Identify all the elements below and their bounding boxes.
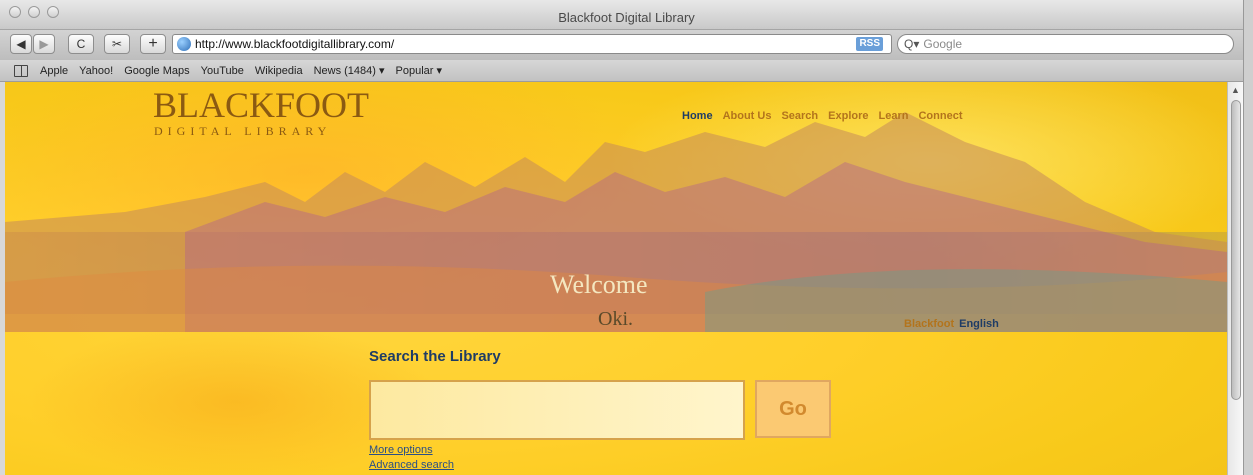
vertical-scrollbar[interactable]: ▲ (1227, 82, 1243, 475)
rss-button[interactable]: RSS (856, 37, 883, 51)
go-button[interactable]: Go (755, 380, 831, 438)
bookmark-yahoo[interactable]: Yahoo! (79, 65, 113, 77)
bookmarks-bar: Apple Yahoo! Google Maps YouTube Wikiped… (0, 60, 1253, 82)
search-heading: Search the Library (369, 348, 501, 365)
nav-learn[interactable]: Learn (879, 110, 909, 122)
site-icon (177, 37, 191, 51)
language-blackfoot[interactable]: Blackfoot (904, 318, 954, 330)
bookmark-apple[interactable]: Apple (40, 65, 68, 77)
window-edge (1243, 0, 1253, 475)
nav-explore[interactable]: Explore (828, 110, 868, 122)
site-logo-subtitle: DIGITAL LIBRARY (154, 124, 332, 138)
scrollbar-thumb[interactable] (1231, 100, 1241, 400)
nav-about-us[interactable]: About Us (723, 110, 772, 122)
welcome-heading: Welcome (550, 270, 648, 299)
nav-search[interactable]: Search (781, 110, 818, 122)
language-english[interactable]: English (959, 318, 999, 330)
scroll-up-arrow-icon[interactable]: ▲ (1231, 85, 1240, 95)
bookmark-news[interactable]: News (1484) ▾ (314, 64, 385, 77)
window-titlebar: Blackfoot Digital Library (0, 0, 1253, 30)
back-button[interactable]: ◀ (10, 34, 32, 54)
bookmark-wikipedia[interactable]: Wikipedia (255, 65, 303, 77)
bookmark-popular[interactable]: Popular ▾ (396, 64, 443, 77)
window-title: Blackfoot Digital Library (558, 10, 695, 25)
advanced-search-link[interactable]: Advanced search (369, 459, 454, 471)
google-search-input[interactable]: Q▾ Google (897, 34, 1234, 54)
page-viewport: BLACKFOOT DIGITAL LIBRARY Home About Us … (5, 82, 1227, 475)
bookmark-google-maps[interactable]: Google Maps (124, 65, 189, 77)
bookmark-youtube[interactable]: YouTube (201, 65, 244, 77)
browser-toolbar: ◀ ▶ C ✂ + http://www.blackfootdigitallib… (0, 30, 1253, 60)
snippet-button[interactable]: ✂ (104, 34, 130, 54)
search-placeholder: Google (923, 37, 963, 51)
more-options-link[interactable]: More options (369, 444, 433, 456)
url-input[interactable]: http://www.blackfootdigitallibrary.com/ … (172, 34, 892, 54)
reload-button[interactable]: C (68, 34, 94, 54)
nav-home[interactable]: Home (682, 110, 713, 122)
oki-greeting: Oki. (598, 308, 633, 330)
url-text: http://www.blackfootdigitallibrary.com/ (195, 37, 395, 51)
language-switcher: Blackfoot English (904, 318, 999, 330)
main-navigation: Home About Us Search Explore Learn Conne… (682, 110, 962, 122)
site-logo[interactable]: BLACKFOOT (153, 87, 369, 123)
bookmarks-book-icon[interactable] (14, 64, 28, 77)
library-search-input[interactable] (369, 380, 745, 440)
nav-connect[interactable]: Connect (918, 110, 962, 122)
search-icon: Q▾ (904, 37, 920, 51)
forward-button[interactable]: ▶ (33, 34, 55, 54)
add-bookmark-button[interactable]: + (140, 34, 166, 54)
